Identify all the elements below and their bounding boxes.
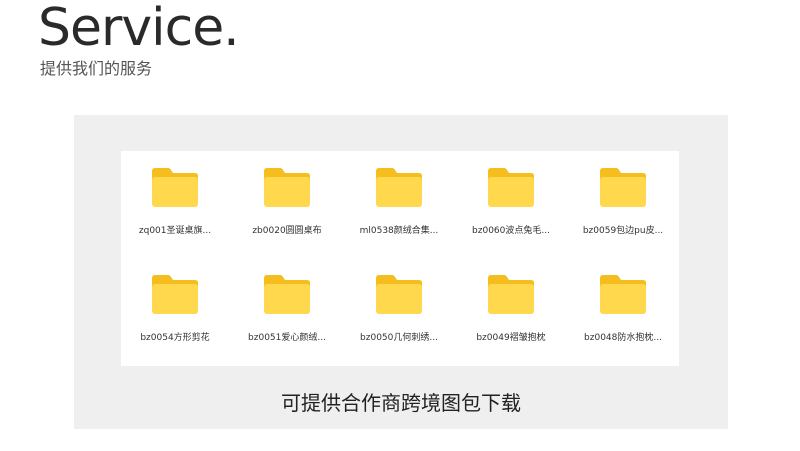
folder-item[interactable]: zb0020圆圆桌布	[233, 167, 333, 247]
folder-icon	[598, 274, 648, 316]
folder-label: bz0050几何刺绣...	[360, 333, 438, 343]
folder-grid: zq001圣诞桌旗... zb0020圆圆桌布 ml0538颜绒合集... bz006…	[121, 151, 679, 366]
folder-item[interactable]: bz0049褶皱抱枕	[457, 274, 557, 354]
folder-item[interactable]: bz0050几何刺绣...	[345, 274, 445, 354]
download-panel: zq001圣诞桌旗... zb0020圆圆桌布 ml0538颜绒合集... bz006…	[74, 115, 728, 429]
folder-item[interactable]: bz0051爱心颜绒...	[233, 274, 333, 354]
folder-label: bz0059包边pu皮...	[582, 226, 664, 236]
folder-label: zb0020圆圆桌布	[252, 226, 322, 236]
folder-label: bz0049褶皱抱枕	[476, 333, 546, 343]
folder-item[interactable]: ml0538颜绒合集...	[345, 167, 445, 247]
folder-label: zq001圣诞桌旗...	[138, 226, 212, 236]
folder-icon	[374, 274, 424, 316]
folder-label: bz0054方形剪花	[140, 333, 210, 343]
folder-icon	[486, 167, 536, 209]
folder-item[interactable]: bz0059包边pu皮...	[569, 167, 669, 247]
folder-icon	[262, 274, 312, 316]
folder-label: bz0048防水抱枕...	[584, 333, 662, 343]
folder-grid-card: zq001圣诞桌旗... zb0020圆圆桌布 ml0538颜绒合集... bz006…	[121, 151, 679, 366]
page-subtitle: 提供我们的服务	[40, 59, 153, 78]
folder-icon	[150, 274, 200, 316]
folder-item[interactable]: bz0054方形剪花	[121, 274, 221, 354]
folder-icon	[150, 167, 200, 209]
folder-icon	[262, 167, 312, 209]
page-title: Service.	[38, 0, 240, 58]
folder-icon	[374, 167, 424, 209]
folder-icon	[486, 274, 536, 316]
folder-item[interactable]: bz0060波点兔毛...	[457, 167, 557, 247]
folder-label: bz0060波点兔毛...	[472, 226, 550, 236]
folder-label: ml0538颜绒合集...	[359, 226, 439, 236]
folder-icon	[598, 167, 648, 209]
folder-label: bz0051爱心颜绒...	[248, 333, 326, 343]
folder-item[interactable]: bz0048防水抱枕...	[569, 274, 669, 354]
folder-item[interactable]: zq001圣诞桌旗...	[121, 167, 221, 247]
download-caption: 可提供合作商跨境图包下载	[281, 391, 521, 415]
